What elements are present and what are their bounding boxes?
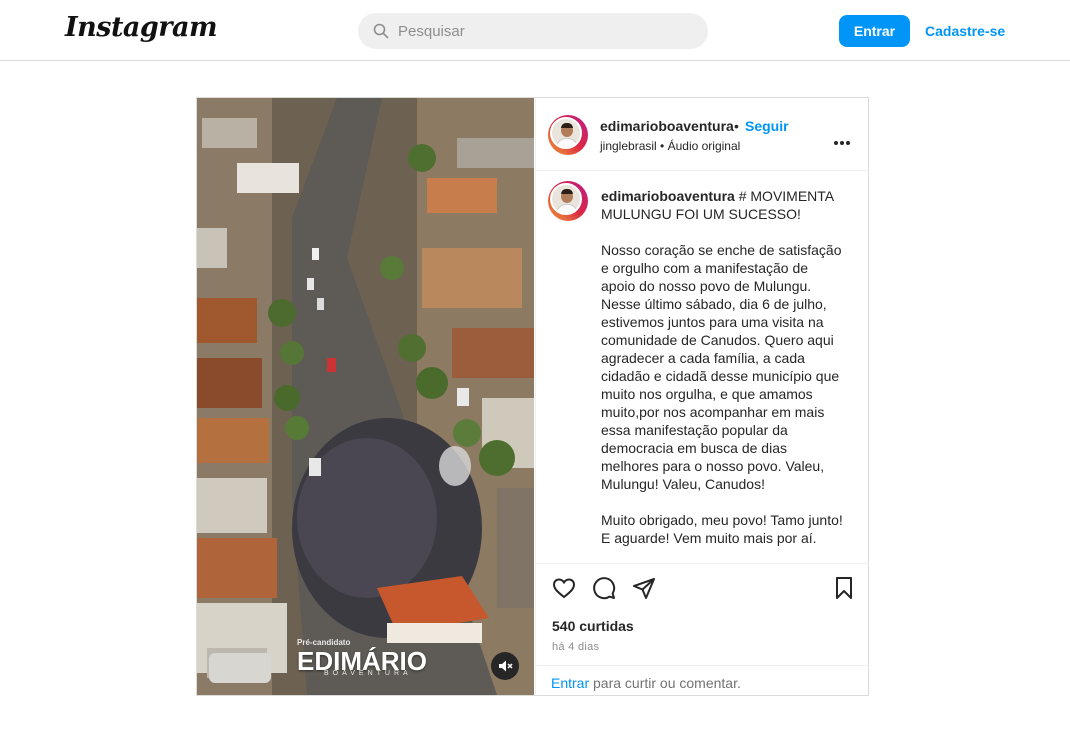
login-button[interactable]: Entrar [839, 15, 910, 47]
aerial-street-image [197, 98, 534, 695]
follow-button[interactable]: Seguir [745, 118, 789, 134]
audio-label[interactable]: Áudio original [668, 139, 741, 153]
post-header: edimarioboaventura • Seguir jinglebrasil… [536, 98, 869, 171]
avatar[interactable] [548, 115, 588, 155]
post-actions: 540 curtidas há 4 dias Entrar para curti… [536, 563, 869, 696]
caption-text: edimarioboaventura # MOVIMENTA MULUNGU F… [601, 187, 846, 547]
post-username[interactable]: edimarioboaventura [600, 118, 734, 134]
likes-count[interactable]: 540 curtidas [552, 618, 634, 634]
overlay-surname: BOAVENTURA [324, 670, 412, 677]
caption-avatar[interactable] [548, 181, 588, 221]
comment-prompt-text: para curtir ou comentar. [589, 675, 741, 691]
heart-icon[interactable] [552, 576, 576, 600]
top-bar: Instagram Entrar Cadastre-se [0, 0, 1070, 61]
comment-prompt: Entrar para curtir ou comentar. [536, 665, 869, 697]
comment-login-link[interactable]: Entrar [551, 675, 589, 691]
post-caption: edimarioboaventura # MOVIMENTA MULUNGU F… [536, 170, 869, 563]
instagram-logo[interactable]: Instagram [65, 12, 218, 43]
share-icon[interactable] [632, 576, 656, 600]
audio-separator: • [660, 139, 665, 153]
mute-button[interactable] [491, 652, 519, 680]
post-date[interactable]: há 4 dias [552, 641, 599, 653]
audio-user[interactable]: jinglebrasil [600, 139, 657, 153]
separator-dot: • [734, 118, 739, 134]
mute-icon [499, 660, 513, 672]
search-box[interactable] [358, 13, 708, 49]
signup-link[interactable]: Cadastre-se [925, 15, 1005, 47]
audio-info: jinglebrasil • Áudio original [600, 139, 740, 153]
search-icon [373, 23, 389, 39]
bookmark-icon[interactable] [832, 576, 856, 600]
more-options-icon[interactable] [834, 132, 852, 150]
post-video[interactable]: Pré-candidato EDIMÁRIO BOAVENTURA [197, 98, 534, 695]
post-sidebar: edimarioboaventura • Seguir jinglebrasil… [535, 98, 869, 695]
comment-icon[interactable] [592, 576, 616, 600]
post-card: Pré-candidato EDIMÁRIO BOAVENTURA edimar… [196, 97, 869, 696]
search-input[interactable] [398, 13, 688, 49]
caption-body: # MOVIMENTA MULUNGU FOI UM SUCESSO! Noss… [601, 188, 843, 546]
caption-username[interactable]: edimarioboaventura [601, 188, 735, 204]
